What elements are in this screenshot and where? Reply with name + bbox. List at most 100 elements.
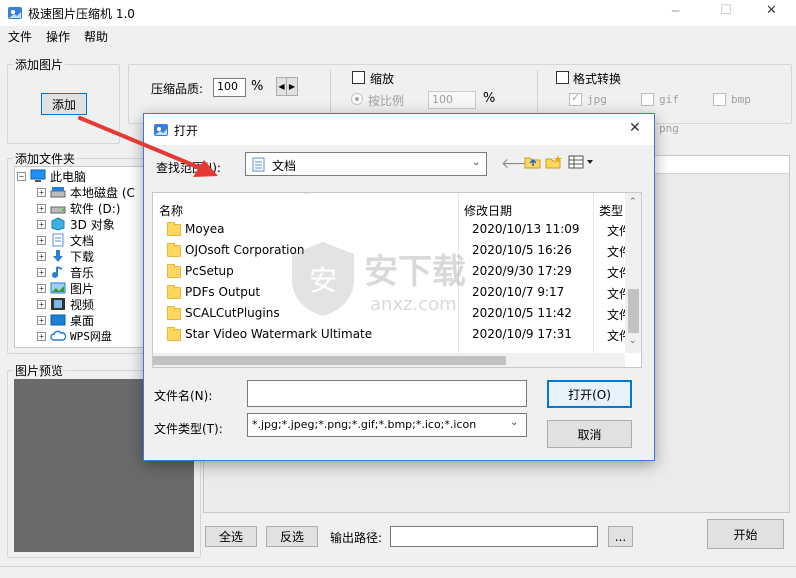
gif-checkbox[interactable] — [641, 93, 654, 106]
column-type-header[interactable]: 类型 — [599, 202, 623, 219]
quality-spinner[interactable]: ◀ ▶ — [276, 77, 298, 96]
tree-item-label: 文档 — [70, 233, 95, 248]
spin-left-icon[interactable]: ◀ — [277, 78, 287, 95]
cancel-button[interactable]: 取消 — [547, 420, 632, 448]
chevron-down-icon[interactable]: ⌄ — [510, 417, 518, 428]
expand-icon[interactable]: + — [37, 251, 46, 261]
expand-icon[interactable]: + — [37, 267, 46, 277]
folder-icon — [167, 285, 181, 299]
file-row[interactable]: OJOsoft Corporation 2020/10/5 16:26 文件 — [153, 241, 631, 262]
file-row[interactable]: Moyea 2020/10/13 11:09 文件 — [153, 220, 631, 241]
drive-icon — [50, 201, 66, 215]
jpg-checkbox[interactable]: ✓ — [569, 91, 582, 106]
quality-input[interactable]: 100 — [213, 78, 246, 97]
invert-selection-button[interactable]: 反选 — [266, 526, 318, 547]
file-row[interactable]: Star Video Watermark Ultimate 2020/10/9 1… — [153, 325, 631, 346]
dialog-file-list[interactable]: ⌃ 名称 修改日期 类型 Moyea 2020/10/13 11:09 文件 OJO… — [152, 192, 642, 368]
new-folder-icon[interactable] — [545, 154, 563, 170]
tree-item[interactable]: + 软件 (D:) — [37, 200, 120, 216]
filetype-label: 文件类型(T): — [154, 422, 223, 436]
format-checkbox[interactable] — [556, 71, 569, 84]
column-date-header[interactable]: 修改日期 — [464, 202, 512, 219]
computer-icon — [30, 169, 46, 183]
up-folder-icon[interactable] — [524, 154, 542, 170]
expand-icon[interactable]: + — [37, 299, 46, 309]
video-icon — [50, 297, 66, 311]
scale-checkbox[interactable] — [352, 71, 365, 84]
start-button[interactable]: 开始 — [707, 519, 784, 549]
expand-icon[interactable]: + — [37, 219, 46, 229]
folder-tree[interactable]: − 此电脑 + 本地磁盘 (C + 软件 (D:) + 3D 对象 + 文档 +… — [14, 166, 144, 348]
file-row[interactable]: PDFs Output 2020/10/7 9:17 文件 — [153, 283, 631, 304]
bmp-checkbox[interactable] — [713, 93, 726, 106]
chevron-down-icon[interactable]: ⌄ — [472, 157, 480, 168]
expand-icon[interactable]: + — [37, 331, 46, 341]
scroll-thumb[interactable] — [628, 289, 639, 333]
menu-operation[interactable]: 操作 — [46, 28, 70, 45]
jpg-label: jpg — [587, 93, 607, 106]
expand-icon[interactable]: + — [37, 235, 46, 245]
menu-file[interactable]: 文件 — [8, 28, 32, 45]
folder-icon — [167, 222, 181, 236]
minimize-button[interactable]: ─ — [672, 4, 679, 18]
spin-right-icon[interactable]: ▶ — [287, 78, 297, 95]
tree-item[interactable]: + 3D 对象 — [37, 216, 115, 232]
gif-label: gif — [659, 93, 679, 106]
expand-icon[interactable]: + — [37, 187, 46, 197]
ratio-radio[interactable] — [351, 93, 363, 105]
folder-icon — [167, 306, 181, 320]
look-in-select[interactable]: 文档 ⌄ — [245, 152, 487, 176]
tree-item-label: 图片 — [70, 281, 95, 296]
menu-bar: 文件 操作 帮助 — [0, 26, 796, 46]
add-image-group-title: 添加图片 — [13, 56, 66, 73]
scroll-down-icon[interactable]: ⌄ — [629, 336, 637, 346]
scroll-up-icon[interactable]: ⌃ — [629, 197, 637, 207]
preview-group-title: 图片预览 — [13, 362, 66, 379]
quality-unit: % — [251, 79, 264, 94]
view-menu-icon[interactable] — [568, 155, 596, 169]
vertical-scrollbar[interactable]: ⌃ ⌄ — [625, 193, 641, 353]
tree-item[interactable]: + 下载 — [37, 248, 94, 264]
separator-1 — [330, 70, 331, 118]
expand-icon[interactable]: + — [37, 283, 46, 293]
tree-item-label: 下载 — [70, 249, 95, 264]
file-row[interactable]: SCALCutPlugins 2020/10/5 11:42 文件 — [153, 304, 631, 325]
tree-item[interactable]: + 音乐 — [37, 264, 94, 280]
collapse-icon[interactable]: − — [17, 171, 26, 181]
title-bar: 极速图片压缩机 1.0 ─ ☐ ✕ — [0, 0, 796, 26]
dialog-close-button[interactable]: ✕ — [629, 120, 641, 136]
file-name: SCALCutPlugins — [185, 306, 280, 320]
folder-icon — [167, 327, 181, 341]
file-date: 2020/10/5 11:42 — [472, 306, 572, 320]
output-path-label: 输出路径: — [330, 531, 383, 545]
file-date: 2020/10/9 17:31 — [472, 327, 572, 341]
file-name: Moyea — [185, 222, 225, 236]
tree-item[interactable]: + 文档 — [37, 232, 94, 248]
tree-item[interactable]: + 视频 — [37, 296, 94, 312]
expand-icon[interactable]: + — [37, 315, 46, 325]
folder-icon — [167, 264, 181, 278]
tree-item[interactable]: + 桌面 — [37, 312, 94, 328]
filename-input[interactable] — [247, 380, 527, 407]
tree-item-label: 视频 — [70, 297, 95, 312]
maximize-button[interactable]: ☐ — [720, 3, 732, 18]
menu-help[interactable]: 帮助 — [84, 28, 108, 45]
sort-up-icon: ⌃ — [303, 192, 311, 201]
scroll-thumb-horizontal[interactable] — [153, 356, 506, 365]
browse-button[interactable]: ... — [608, 526, 633, 547]
ratio-unit: % — [483, 91, 496, 106]
select-all-button[interactable]: 全选 — [205, 526, 257, 547]
file-row[interactable]: PcSetup 2020/9/30 17:29 文件 — [153, 262, 631, 283]
horizontal-scrollbar[interactable] — [153, 353, 625, 367]
close-button[interactable]: ✕ — [766, 3, 777, 18]
quality-label: 压缩品质: — [151, 82, 204, 96]
filetype-select[interactable]: *.jpg;*.jpeg;*.png;*.gif;*.bmp;*.ico;*.i… — [247, 413, 527, 437]
tree-item[interactable]: + 图片 — [37, 280, 94, 296]
tree-item[interactable]: + WPS网盘 — [37, 328, 112, 344]
output-path-input[interactable] — [390, 526, 598, 547]
open-button[interactable]: 打开(O) — [547, 380, 632, 408]
column-name-header[interactable]: 名称 — [159, 202, 183, 219]
ratio-input[interactable]: 100 — [428, 91, 476, 109]
expand-icon[interactable]: + — [37, 203, 46, 213]
tree-item-label: 桌面 — [70, 313, 95, 328]
